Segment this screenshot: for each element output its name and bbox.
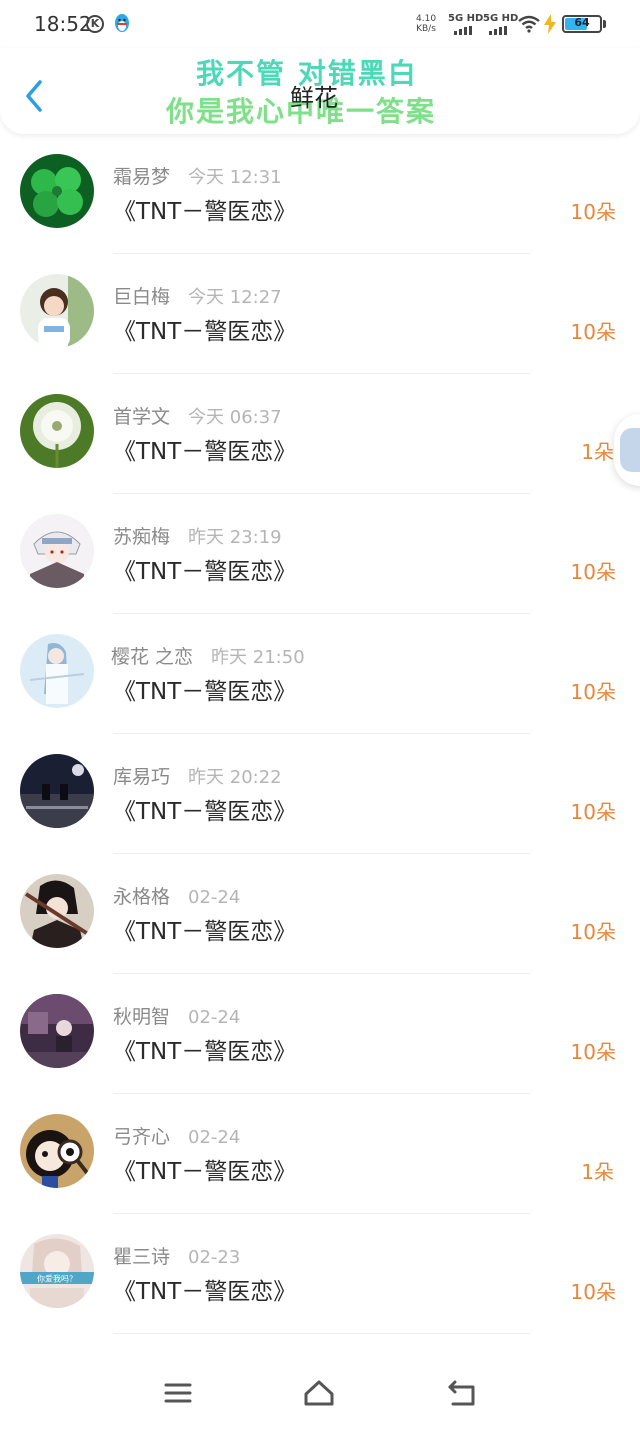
sender-name: 樱花 之恋 (111, 646, 194, 668)
network-speed: 4.10 KB/s (416, 14, 436, 34)
sender-line: 霜易梦 今天 12:31 (113, 162, 282, 189)
speed-unit: KB/s (416, 24, 436, 34)
home-icon[interactable] (302, 1378, 336, 1408)
qq-penguin-icon (115, 14, 129, 32)
sender-name: 永格格 (113, 886, 171, 908)
list-item[interactable]: 巨白梅 今天 12:27 《TNT－警医恋》 10朵 (0, 254, 640, 374)
avatar[interactable]: 你爱我吗？ (20, 1234, 94, 1308)
song-title: 《TNT－警医恋》 (113, 1279, 297, 1305)
song-title: 《TNT－警医恋》 (113, 1159, 297, 1185)
sender-name: 霜易梦 (113, 166, 171, 188)
flower-count: 10朵 (570, 1280, 616, 1304)
sender-name: 苏痴梅 (113, 526, 171, 548)
sender-name: 巨白梅 (113, 286, 171, 308)
sender-line: 永格格 02-24 (113, 882, 240, 909)
sent-time: 02-24 (188, 1127, 241, 1148)
song-title: 《TNT－警医恋》 (113, 679, 297, 705)
song-title: 《TNT－警医恋》 (113, 919, 297, 945)
song-title: 《TNT－警医恋》 (113, 559, 297, 585)
list-item[interactable]: 永格格 02-24 《TNT－警医恋》 10朵 (0, 854, 640, 974)
sent-time: 昨天 23:19 (188, 527, 282, 548)
list-item-partial[interactable] (0, 1334, 640, 1354)
flower-count: 10朵 (570, 680, 616, 704)
wifi-icon (518, 15, 540, 33)
battery-icon: 64 (562, 15, 602, 33)
avatar[interactable] (20, 514, 94, 588)
battery-level: 64 (574, 16, 590, 29)
list-item[interactable]: 你爱我吗？ 瞿三诗 02-23 《TNT－警医恋》 10朵 (0, 1214, 640, 1334)
status-bar: 18:52 K 4.10 KB/s 5G HD 5G HD 64 (0, 0, 640, 48)
sender-name: 秋明智 (113, 1006, 171, 1028)
bolt-icon (544, 14, 556, 34)
list-item[interactable]: 库易巧 昨天 20:22 《TNT－警医恋》 10朵 (0, 734, 640, 854)
sender-line: 巨白梅 今天 12:27 (113, 282, 282, 309)
sender-line: 瞿三诗 02-23 (113, 1242, 240, 1269)
sender-name: 弓齐心 (113, 1126, 171, 1148)
sender-line: 库易巧 昨天 20:22 (113, 762, 282, 789)
sender-line: 首学文 今天 06:37 (113, 402, 282, 429)
list-item[interactable]: 弓齐心 02-24 《TNT－警医恋》 1朵 (0, 1094, 640, 1214)
header: 我不管 对错黑白 你是我心中唯一答案 鲜花 (0, 48, 640, 134)
sent-time: 昨天 20:22 (188, 767, 282, 788)
network-label-2: 5G HD (483, 13, 519, 24)
song-title: 《TNT－警医恋》 (113, 799, 297, 825)
song-title: 《TNT－警医恋》 (113, 439, 297, 465)
sent-time: 昨天 21:50 (211, 647, 305, 668)
flower-count: 10朵 (570, 200, 616, 224)
flower-count: 10朵 (570, 560, 616, 584)
menu-icon[interactable] (161, 1378, 195, 1408)
back-chevron-icon[interactable] (20, 76, 50, 116)
flower-count: 10朵 (570, 920, 616, 944)
song-title: 《TNT－警医恋》 (113, 319, 297, 345)
list-item[interactable]: 霜易梦 今天 12:31 《TNT－警医恋》 10朵 (0, 134, 640, 254)
sender-name: 库易巧 (113, 766, 171, 788)
list-item[interactable]: 苏痴梅 昨天 23:19 《TNT－警医恋》 10朵 (0, 494, 640, 614)
avatar[interactable] (20, 634, 94, 708)
avatar-caption: 你爱我吗？ (37, 1274, 77, 1284)
sent-time: 02-24 (188, 887, 241, 908)
sent-time: 今天 12:27 (188, 287, 282, 308)
sender-line: 苏痴梅 昨天 23:19 (113, 522, 282, 549)
page-title: 鲜花 (290, 84, 338, 112)
avatar[interactable] (20, 754, 94, 828)
avatar[interactable] (20, 154, 94, 228)
battery-cap (603, 20, 606, 28)
sent-time: 今天 12:31 (188, 167, 282, 188)
avatar[interactable] (20, 394, 94, 468)
status-time: 18:52 (34, 12, 92, 36)
sender-line: 秋明智 02-24 (113, 1002, 240, 1029)
flower-count: 1朵 (581, 1160, 614, 1184)
list-item[interactable]: 樱花 之恋 昨天 21:50 《TNT－警医恋》 10朵 (0, 614, 640, 734)
avatar[interactable] (20, 994, 94, 1068)
sender-name: 瞿三诗 (113, 1246, 171, 1268)
song-title: 《TNT－警医恋》 (113, 199, 297, 225)
flower-count: 1朵 (581, 440, 614, 464)
sent-time: 02-23 (188, 1247, 241, 1268)
sender-line: 弓齐心 02-24 (113, 1122, 240, 1149)
sent-time: 02-24 (188, 1007, 241, 1028)
flower-count: 10朵 (570, 800, 616, 824)
list-item[interactable]: 秋明智 02-24 《TNT－警医恋》 10朵 (0, 974, 640, 1094)
flower-count: 10朵 (570, 320, 616, 344)
flower-list: 霜易梦 今天 12:31 《TNT－警医恋》 10朵 巨白梅 今天 12:27 《T… (0, 134, 640, 1354)
speed-value: 4.10 (416, 14, 437, 24)
sender-name: 首学文 (113, 406, 171, 428)
sent-time: 今天 06:37 (188, 407, 282, 428)
floating-assist-icon (620, 428, 640, 472)
system-nav-bar (0, 1354, 640, 1433)
flower-count: 10朵 (570, 1040, 616, 1064)
signal-bars-2-icon (489, 26, 511, 35)
return-icon[interactable] (445, 1378, 479, 1408)
signal-bars-1-icon (454, 26, 476, 35)
song-title: 《TNT－警医恋》 (113, 1039, 297, 1065)
avatar[interactable] (20, 874, 94, 948)
avatar[interactable] (20, 274, 94, 348)
k-app-icon: K (86, 15, 104, 33)
sender-line: 樱花 之恋 昨天 21:50 (111, 642, 305, 669)
avatar[interactable] (20, 1114, 94, 1188)
network-label-1: 5G HD (448, 13, 484, 24)
list-item[interactable]: 首学文 今天 06:37 《TNT－警医恋》 1朵 (0, 374, 640, 494)
